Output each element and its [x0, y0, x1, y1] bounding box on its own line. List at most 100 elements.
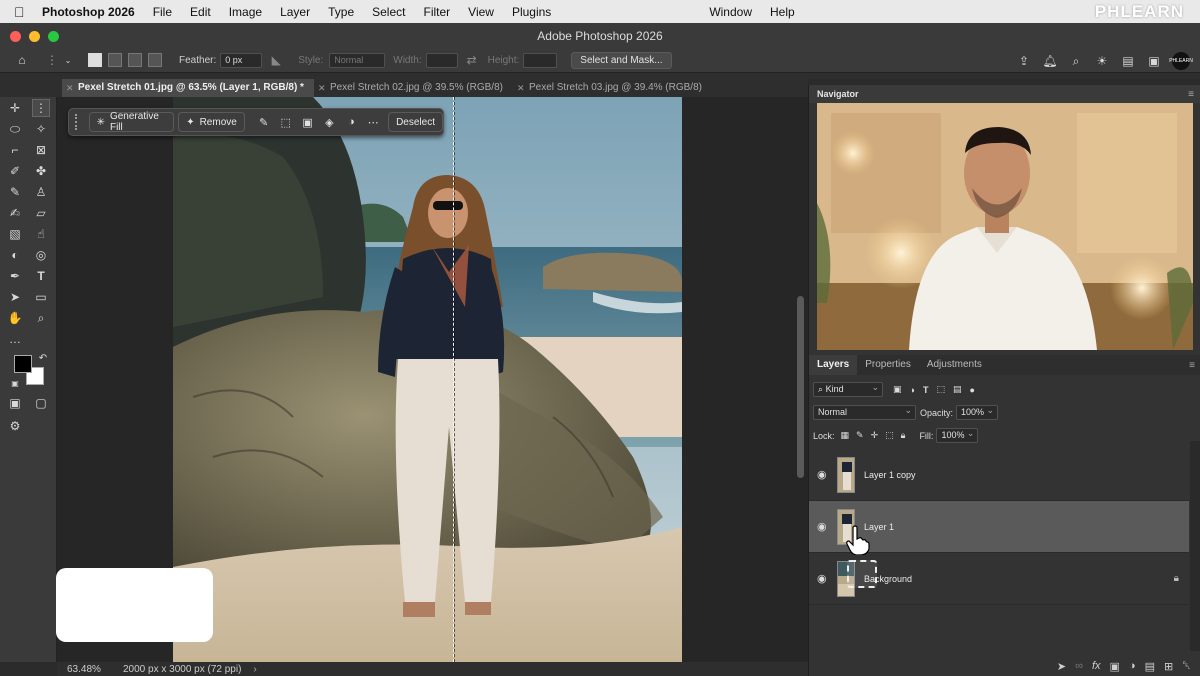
filter-adjustment-icon[interactable]: ◑	[910, 385, 915, 395]
layer-thumbnail[interactable]	[837, 456, 855, 493]
history-brush-tool-icon[interactable]: ✍	[6, 204, 24, 222]
edit-toolbar-icon[interactable]: ⚙	[6, 417, 24, 435]
rectangle-tool-icon[interactable]: ▭	[32, 288, 50, 306]
status-chevron-icon[interactable]: ›	[253, 664, 256, 675]
menu-type[interactable]: Type	[328, 5, 354, 19]
home-icon[interactable]: ⌂	[14, 52, 30, 68]
generative-fill-button[interactable]: ✳ Generative Fill	[88, 111, 175, 133]
lock-position-icon[interactable]: ✛	[871, 430, 879, 441]
filter-type-icon[interactable]: T	[923, 385, 929, 395]
frame-tool-icon[interactable]: ⊠	[32, 141, 50, 159]
layer-style-icon[interactable]: fx	[1092, 660, 1101, 672]
hand-tool-icon[interactable]: ✋	[6, 309, 24, 327]
healing-brush-tool-icon[interactable]: ✤	[32, 162, 50, 180]
mask-icon[interactable]: ▣	[299, 112, 317, 132]
filter-shape-icon[interactable]: ⬚	[936, 384, 945, 395]
sponge-tool-icon[interactable]: ◎	[32, 246, 50, 264]
eye-icon[interactable]: ◉	[817, 572, 831, 585]
lasso-tool-icon[interactable]: ⬭	[6, 120, 24, 138]
add-selection-icon[interactable]	[108, 53, 122, 67]
link-layers-icon[interactable]: ∞	[1075, 660, 1083, 672]
lock-image-icon[interactable]: ✎	[856, 430, 864, 441]
layer-row-layer-1-copy[interactable]: ◉ Layer 1 copy	[809, 449, 1189, 501]
menu-filter[interactable]: Filter	[423, 5, 450, 19]
intersect-selection-icon[interactable]	[148, 53, 162, 67]
adjustment-layer-icon[interactable]: ◑	[342, 112, 360, 132]
deselect-button[interactable]: Deselect	[388, 112, 443, 132]
path-selection-tool-icon[interactable]: ➤	[6, 288, 24, 306]
avatar[interactable]: PHLEARN	[1169, 52, 1193, 70]
more-tools-icon[interactable]: …	[6, 330, 24, 348]
lock-all-icon[interactable]: 🔒︎	[901, 430, 906, 441]
share-icon[interactable]: ⇪	[1016, 53, 1032, 69]
document-info[interactable]: 2000 px x 3000 px (72 ppi)	[123, 664, 241, 675]
default-colors-icon[interactable]: ▣	[6, 374, 24, 392]
opacity-input[interactable]: 100%	[956, 404, 999, 420]
marquee-tool-icon[interactable]: ⋮	[32, 99, 50, 117]
close-icon[interactable]: ✕	[517, 79, 525, 97]
search-icon[interactable]: ⌕	[1068, 53, 1084, 69]
add-mask-icon[interactable]: ▣	[1110, 660, 1120, 673]
tab-pexel-stretch-01[interactable]: ✕ Pexel Stretch 01.jpg @ 63.5% (Layer 1,…	[62, 79, 314, 97]
swap-colors-icon[interactable]: ↶	[34, 349, 52, 367]
tab-properties[interactable]: Properties	[857, 355, 919, 375]
filter-toggle-icon[interactable]: ●	[969, 385, 974, 395]
brush-tool-icon[interactable]: ✎	[6, 183, 24, 201]
transform-selection-icon[interactable]: ⬚	[277, 112, 295, 132]
share-layers-icon[interactable]: ➤	[1057, 660, 1066, 673]
panel-menu-icon[interactable]: ≡	[1189, 360, 1195, 371]
menu-view[interactable]: View	[468, 5, 494, 19]
layer-filter-kind-select[interactable]: ⌕ Kind	[813, 381, 883, 397]
lock-transparent-icon[interactable]: ▦	[841, 430, 850, 441]
height-input[interactable]	[523, 52, 558, 68]
move-tool-icon[interactable]: ✛	[6, 99, 24, 117]
document-photo[interactable]	[173, 97, 682, 662]
eye-icon[interactable]: ◉	[817, 468, 831, 481]
gradient-tool-icon[interactable]: ▧	[6, 225, 24, 243]
quick-mask-icon[interactable]: ▣	[6, 394, 24, 412]
trash-icon[interactable]: ␡	[1182, 660, 1191, 673]
cloud-doc-icon[interactable]: ▣	[1146, 53, 1162, 69]
menu-app-name[interactable]: Photoshop 2026	[42, 5, 135, 19]
menu-plugins[interactable]: Plugins	[512, 5, 551, 19]
tab-layers[interactable]: Layers	[809, 355, 858, 375]
modify-selection-icon[interactable]: ✎	[255, 112, 273, 132]
magic-wand-tool-icon[interactable]: ✧	[32, 120, 50, 138]
close-icon[interactable]: ✕	[66, 79, 74, 97]
eye-icon[interactable]: ◉	[817, 520, 831, 533]
chevron-down-icon[interactable]: ⌄	[60, 52, 76, 68]
eyedropper-tool-icon[interactable]: ✐	[6, 162, 24, 180]
panel-menu-icon[interactable]: ≡	[1188, 89, 1194, 100]
anti-alias-icon[interactable]: ◣	[268, 52, 284, 68]
smudge-tool-icon[interactable]: ☝	[32, 225, 50, 243]
bell-icon[interactable]: 🔔︎	[1042, 53, 1058, 69]
filter-pixel-icon[interactable]: ▣	[893, 384, 902, 395]
feather-input[interactable]: 0 px	[220, 52, 263, 68]
zoom-level[interactable]: 63.48%	[67, 664, 117, 675]
menu-file[interactable]: File	[153, 5, 172, 19]
new-layer-icon[interactable]: ⊞	[1164, 660, 1173, 673]
more-options-icon[interactable]: ⋯	[364, 112, 382, 132]
style-select[interactable]: Normal	[329, 52, 386, 68]
new-adjustment-icon[interactable]: ◑	[1129, 660, 1136, 672]
eraser-tool-icon[interactable]: ▱	[32, 204, 50, 222]
fill-input[interactable]: 100%	[936, 427, 979, 443]
tab-pexel-stretch-02[interactable]: ✕ Pexel Stretch 02.jpg @ 39.5% (RGB/8)	[314, 79, 513, 97]
foreground-color-swatch[interactable]	[14, 355, 32, 373]
lock-icon[interactable]: 🔒︎	[1174, 573, 1179, 584]
menu-edit[interactable]: Edit	[190, 5, 211, 19]
tab-adjustments[interactable]: Adjustments	[919, 355, 990, 375]
clone-stamp-tool-icon[interactable]: ♙	[32, 183, 50, 201]
new-selection-icon[interactable]	[88, 53, 102, 67]
window-close-button[interactable]	[10, 31, 21, 42]
window-minimize-button[interactable]	[29, 31, 40, 42]
apple-logo-icon[interactable]: 	[14, 4, 30, 20]
dodge-tool-icon[interactable]: ◐	[6, 246, 24, 264]
crop-tool-icon[interactable]: ⌐	[6, 141, 24, 159]
menu-select[interactable]: Select	[372, 5, 405, 19]
lock-artboard-icon[interactable]: ⬚	[885, 430, 894, 441]
screen-mode-icon[interactable]: ▢	[32, 394, 50, 412]
blend-mode-select[interactable]: Normal	[813, 404, 916, 420]
width-input[interactable]	[425, 52, 458, 68]
filter-smart-object-icon[interactable]: ▤	[953, 384, 962, 395]
